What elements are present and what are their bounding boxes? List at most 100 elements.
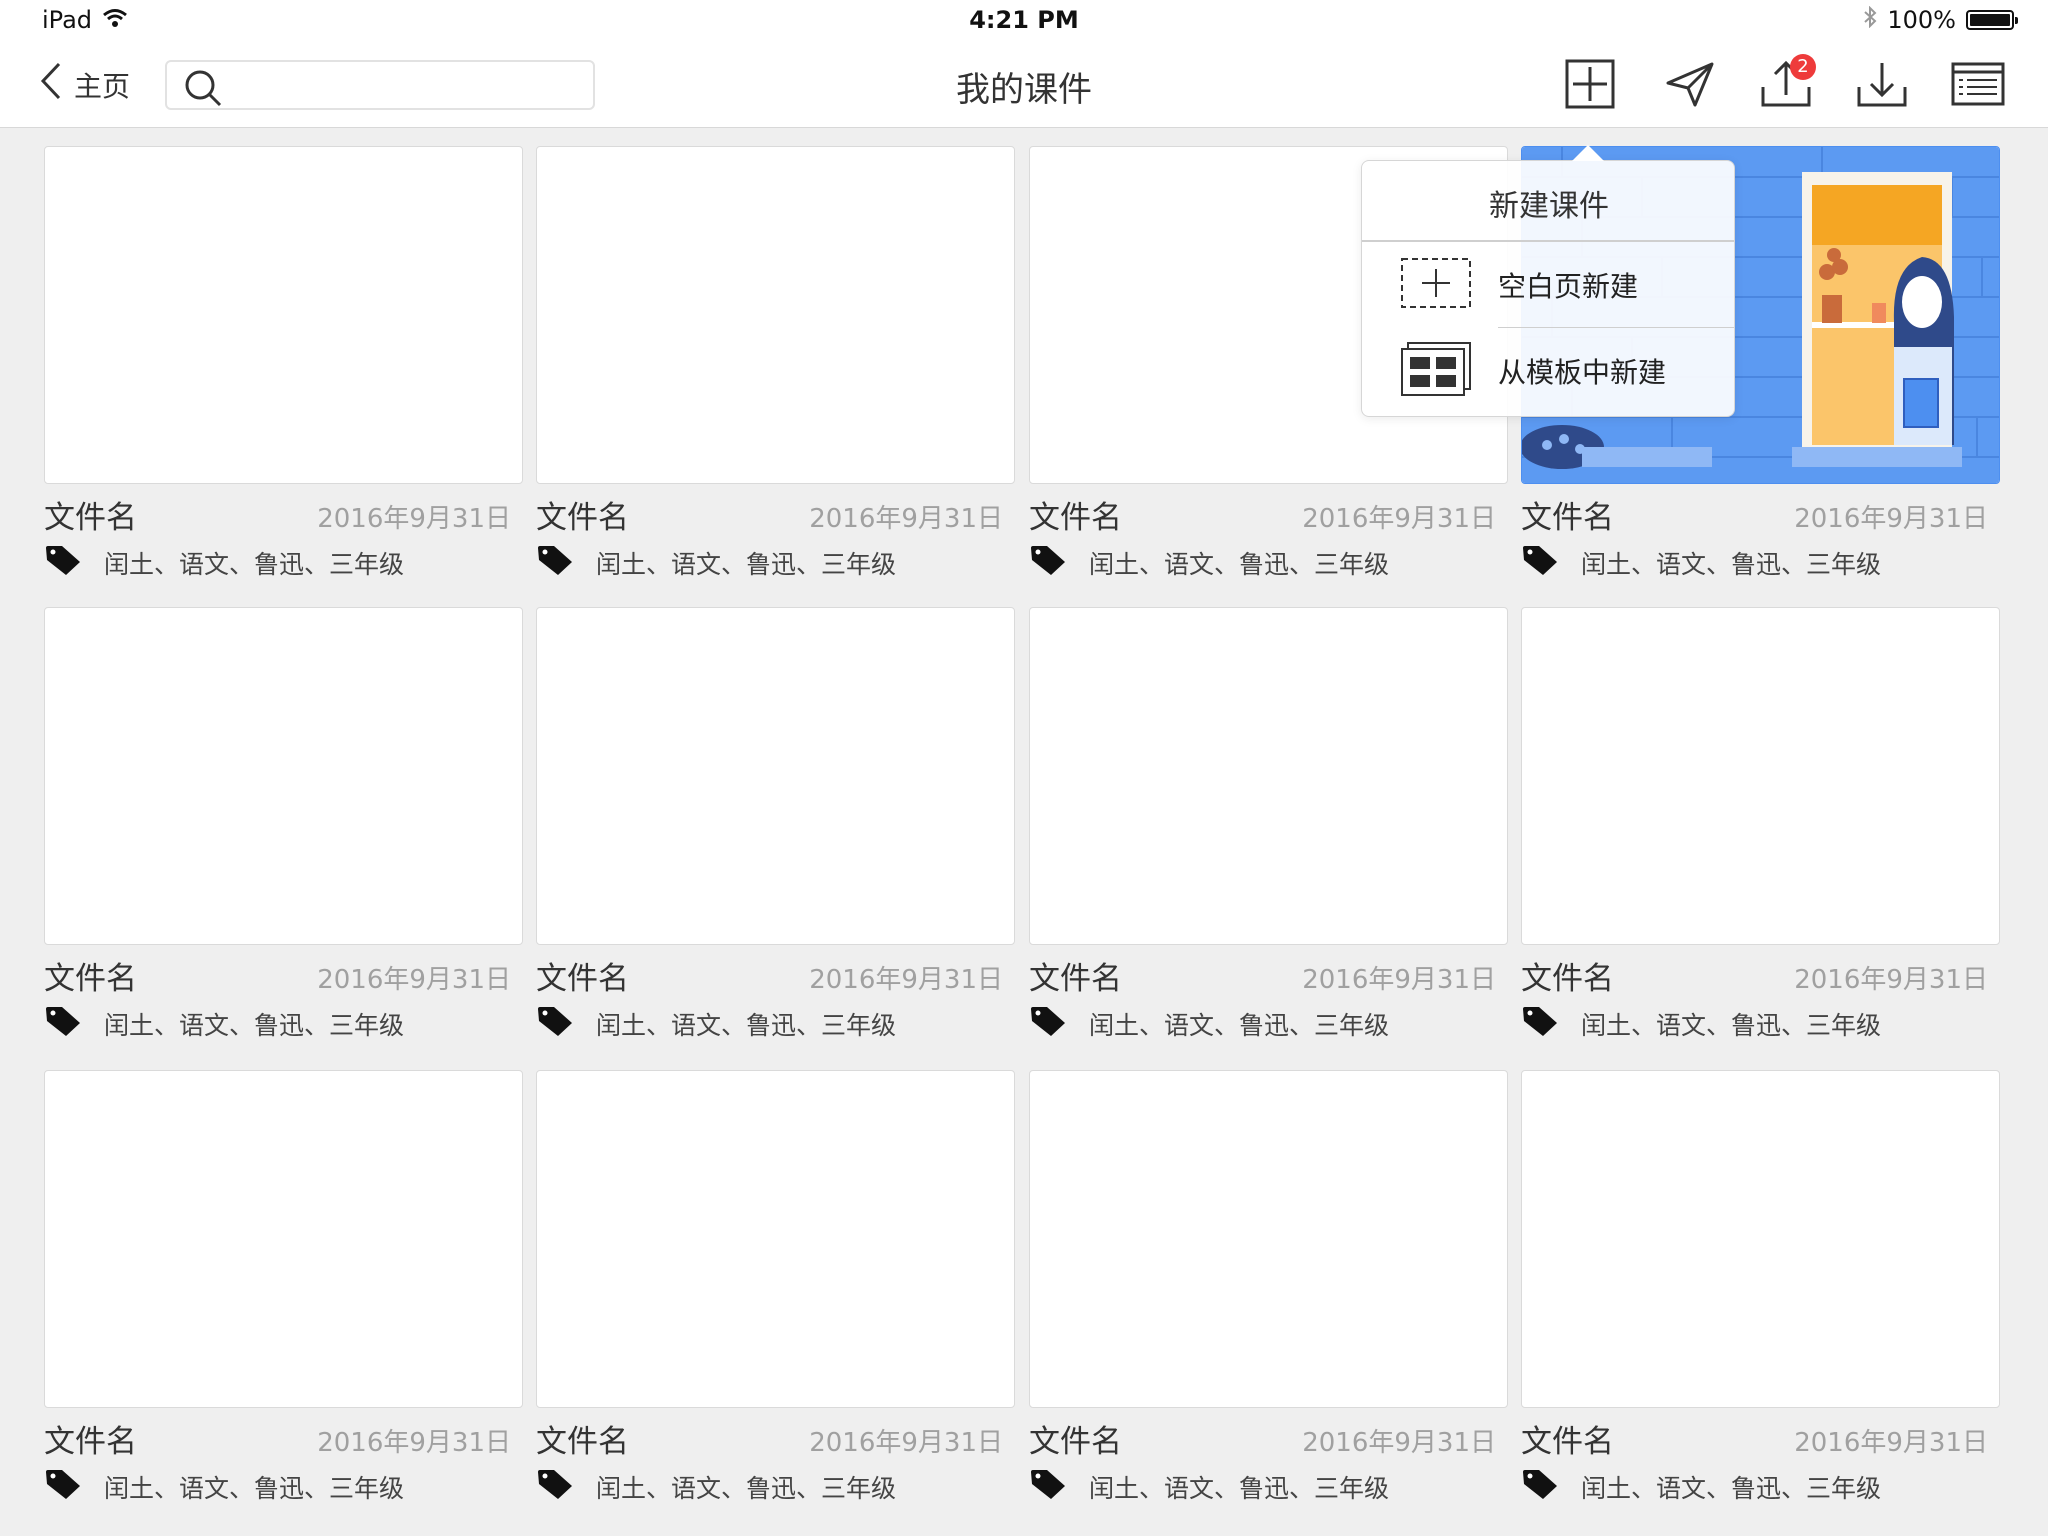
- file-tags: 闰土、语文、鲁迅、三年级: [536, 1005, 896, 1043]
- tag-icon: [1029, 1468, 1067, 1506]
- file-tags: 闰土、语文、鲁迅、三年级: [44, 1005, 404, 1043]
- search-input[interactable]: [237, 68, 577, 102]
- file-thumbnail[interactable]: [536, 146, 1015, 484]
- tag-icon: [1521, 1468, 1559, 1506]
- upload-button[interactable]: 2: [1758, 54, 1816, 114]
- file-date: 2016年9月31日: [809, 504, 1003, 534]
- tag-icon: [1029, 1005, 1067, 1043]
- file-name: 文件名: [536, 1424, 629, 1460]
- nav-bar: 主页 我的课件 2: [0, 40, 2048, 128]
- tag-icon: [536, 1005, 574, 1043]
- tag-list: 闰土、语文、鲁迅、三年级: [596, 550, 897, 579]
- popover-divider: [1362, 240, 1734, 242]
- file-thumbnail[interactable]: [1029, 607, 1508, 945]
- file-name: 文件名: [1521, 500, 1614, 536]
- tag-icon: [536, 544, 574, 582]
- new-courseware-popover: 新建课件 空白页新建 从模板中新建: [1361, 145, 1736, 417]
- tag-list: 闰土、语文、鲁迅、三年级: [1581, 550, 1882, 579]
- file-date: 2016年9月31日: [317, 965, 511, 995]
- new-courseware-button[interactable]: [1562, 58, 1618, 114]
- tag-icon: [44, 1468, 82, 1506]
- battery-icon: [1966, 10, 2018, 30]
- file-tags: 闰土、语文、鲁迅、三年级: [1029, 1005, 1389, 1043]
- tag-icon: [44, 1005, 82, 1043]
- search-icon: [183, 68, 223, 112]
- file-tags: 闰土、语文、鲁迅、三年级: [1521, 544, 1881, 582]
- file-date: 2016年9月31日: [1302, 965, 1496, 995]
- send-button[interactable]: [1662, 58, 1718, 114]
- tag-list: 闰土、语文、鲁迅、三年级: [596, 1474, 897, 1503]
- file-date: 2016年9月31日: [1794, 965, 1988, 995]
- download-button[interactable]: [1854, 58, 1910, 114]
- tag-list: 闰土、语文、鲁迅、三年级: [104, 1011, 405, 1040]
- upload-badge: 2: [1790, 54, 1816, 80]
- tag-list: 闰土、语文、鲁迅、三年级: [1089, 1011, 1390, 1040]
- tag-list: 闰土、语文、鲁迅、三年级: [1089, 1474, 1390, 1503]
- back-label: 主页: [74, 69, 131, 103]
- file-tags: 闰土、语文、鲁迅、三年级: [536, 1468, 896, 1506]
- file-name: 文件名: [536, 500, 629, 536]
- file-thumbnail[interactable]: [536, 607, 1015, 945]
- template-new-label: 从模板中新建: [1498, 356, 1667, 389]
- bluetooth-icon: [1863, 5, 1877, 34]
- file-thumbnail[interactable]: [44, 607, 523, 945]
- file-name: 文件名: [1029, 961, 1122, 997]
- file-thumbnail[interactable]: [1029, 1070, 1508, 1408]
- list-view-button[interactable]: [1950, 58, 2006, 114]
- file-date: 2016年9月31日: [1302, 1428, 1496, 1458]
- template-grid-icon: [1400, 341, 1472, 401]
- tag-list: 闰土、语文、鲁迅、三年级: [1581, 1011, 1882, 1040]
- file-thumbnail[interactable]: [1521, 607, 2000, 945]
- file-thumbnail[interactable]: [536, 1070, 1015, 1408]
- status-bar: iPad 4:21 PM 100%: [0, 0, 2048, 40]
- tag-list: 闰土、语文、鲁迅、三年级: [104, 1474, 405, 1503]
- popover-item-divider: [1498, 327, 1734, 328]
- tag-list: 闰土、语文、鲁迅、三年级: [1581, 1474, 1882, 1503]
- blank-page-new-item[interactable]: 空白页新建: [1362, 243, 1736, 327]
- tag-icon: [1521, 544, 1559, 582]
- file-date: 2016年9月31日: [317, 1428, 511, 1458]
- file-name: 文件名: [1029, 1424, 1122, 1460]
- tag-list: 闰土、语文、鲁迅、三年级: [596, 1011, 897, 1040]
- tag-list: 闰土、语文、鲁迅、三年级: [1089, 550, 1390, 579]
- dashed-plus-icon: [1400, 257, 1472, 313]
- status-time: 4:21 PM: [969, 6, 1079, 34]
- chevron-left-icon: [40, 62, 62, 107]
- popover-arrow: [1572, 145, 1604, 161]
- download-icon: [1856, 59, 1908, 113]
- tag-list: 闰土、语文、鲁迅、三年级: [104, 550, 405, 579]
- file-tags: 闰土、语文、鲁迅、三年级: [1029, 1468, 1389, 1506]
- file-date: 2016年9月31日: [809, 965, 1003, 995]
- blank-page-new-label: 空白页新建: [1498, 270, 1639, 303]
- file-name: 文件名: [44, 500, 137, 536]
- template-new-item[interactable]: 从模板中新建: [1362, 329, 1736, 413]
- file-date: 2016年9月31日: [809, 1428, 1003, 1458]
- file-name: 文件名: [536, 961, 629, 997]
- file-name: 文件名: [44, 1424, 137, 1460]
- file-thumbnail[interactable]: [44, 1070, 523, 1408]
- tag-icon: [1029, 544, 1067, 582]
- battery-percent: 100%: [1887, 6, 1956, 34]
- tag-icon: [536, 1468, 574, 1506]
- file-tags: 闰土、语文、鲁迅、三年级: [44, 1468, 404, 1506]
- file-tags: 闰土、语文、鲁迅、三年级: [1521, 1005, 1881, 1043]
- tag-icon: [1521, 1005, 1559, 1043]
- popover-title: 新建课件: [1489, 189, 1609, 224]
- file-name: 文件名: [1029, 500, 1122, 536]
- search-box[interactable]: [165, 60, 595, 110]
- file-name: 文件名: [44, 961, 137, 997]
- file-thumbnail[interactable]: [1521, 1070, 2000, 1408]
- file-tags: 闰土、语文、鲁迅、三年级: [44, 544, 404, 582]
- add-box-icon: [1565, 59, 1615, 113]
- file-date: 2016年9月31日: [1794, 504, 1988, 534]
- file-date: 2016年9月31日: [1302, 504, 1496, 534]
- paper-plane-icon: [1665, 59, 1715, 113]
- list-view-icon: [1951, 62, 2005, 110]
- file-tags: 闰土、语文、鲁迅、三年级: [1521, 1468, 1881, 1506]
- back-button[interactable]: 主页: [40, 62, 130, 107]
- file-date: 2016年9月31日: [1794, 1428, 1988, 1458]
- file-thumbnail[interactable]: [44, 146, 523, 484]
- file-tags: 闰土、语文、鲁迅、三年级: [536, 544, 896, 582]
- file-tags: 闰土、语文、鲁迅、三年级: [1029, 544, 1389, 582]
- file-name: 文件名: [1521, 961, 1614, 997]
